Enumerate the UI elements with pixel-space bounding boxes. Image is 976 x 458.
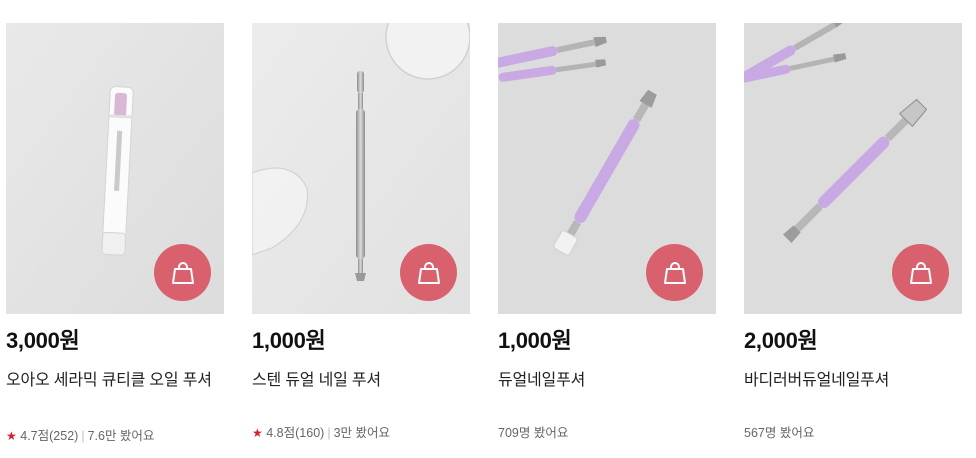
product-views: 709명 봤어요	[498, 426, 569, 440]
product-price: 3,000원	[6, 328, 80, 353]
add-to-cart-button[interactable]	[892, 244, 949, 301]
product-title[interactable]: 오아오 세라믹 큐티클 오일 푸셔	[6, 368, 224, 393]
product-views: 3만 봤어요	[333, 426, 390, 440]
product-views: 567명 봤어요	[744, 426, 815, 440]
product-meta: 567명 봤어요	[744, 425, 814, 441]
product-card[interactable]: 3,000원 오아오 세라믹 큐티클 오일 푸셔 ★ 4.7점(252) | 7.6…	[6, 23, 224, 443]
product-price: 2,000원	[744, 328, 818, 353]
product-title[interactable]: 듀얼네일푸셔	[498, 368, 716, 393]
product-rating: 4.7점(252)	[20, 429, 79, 443]
add-to-cart-button[interactable]	[400, 244, 457, 301]
add-to-cart-button[interactable]	[646, 244, 703, 301]
star-icon: ★	[252, 426, 263, 440]
shopping-bag-icon	[663, 261, 686, 284]
product-image[interactable]	[744, 23, 962, 314]
product-views: 7.6만 봤어요	[87, 429, 155, 443]
product-grid: 3,000원 오아오 세라믹 큐티클 오일 푸셔 ★ 4.7점(252) | 7.6…	[0, 0, 976, 458]
product-price: 1,000원	[252, 328, 326, 353]
product-title[interactable]: 바디러버듀얼네일푸셔	[744, 368, 962, 393]
product-card[interactable]: 1,000원 듀얼네일푸셔 709명 봤어요	[498, 23, 716, 440]
product-image[interactable]	[252, 23, 470, 314]
product-rating: 4.8점(160)	[266, 426, 325, 440]
shopping-bag-icon	[417, 261, 440, 284]
star-icon: ★	[6, 429, 17, 443]
shopping-bag-icon	[909, 261, 932, 284]
product-card[interactable]: 1,000원 스텐 듀얼 네일 푸셔 ★ 4.8점(160) | 3만 봤어요	[252, 23, 470, 440]
product-meta: ★ 4.8점(160) | 3만 봤어요	[252, 425, 390, 441]
product-meta: 709명 봤어요	[498, 425, 568, 441]
add-to-cart-button[interactable]	[154, 244, 211, 301]
product-meta: ★ 4.7점(252) | 7.6만 봤어요	[6, 428, 154, 444]
divider: |	[81, 429, 85, 443]
divider: |	[327, 426, 331, 440]
shopping-bag-icon	[171, 261, 194, 284]
product-image[interactable]	[498, 23, 716, 314]
product-title[interactable]: 스텐 듀얼 네일 푸셔	[252, 368, 470, 393]
product-card[interactable]: 2,000원 바디러버듀얼네일푸셔 567명 봤어요	[744, 23, 962, 440]
product-image[interactable]	[6, 23, 224, 314]
product-price: 1,000원	[498, 328, 572, 353]
